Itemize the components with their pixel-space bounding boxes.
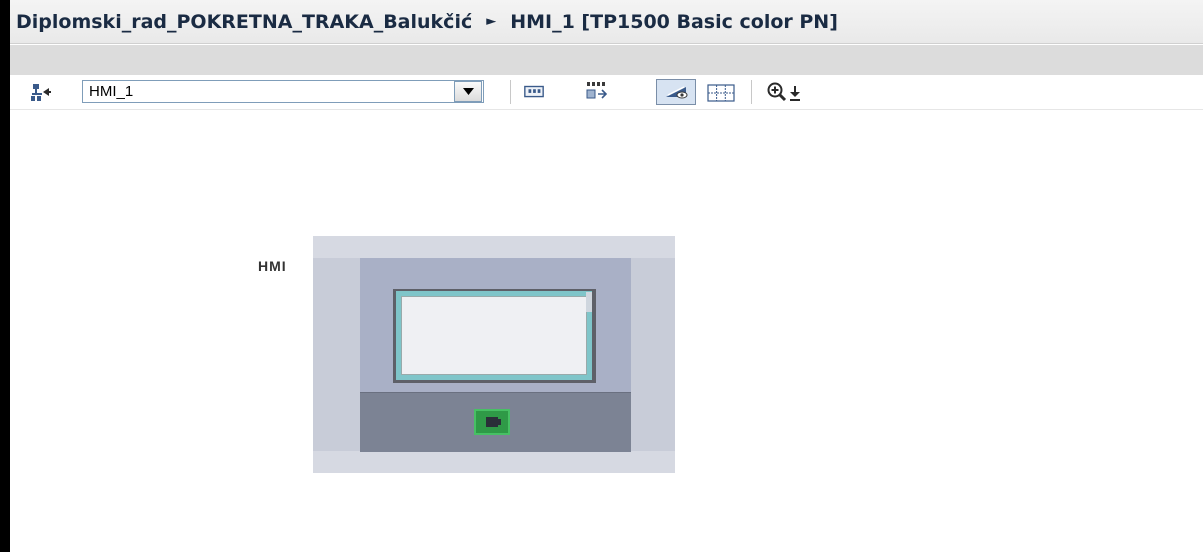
zoom-dropdown-icon[interactable] — [788, 84, 802, 102]
rack-bottom-rail — [313, 451, 675, 473]
network-view-icon[interactable] — [30, 82, 52, 104]
name-toggle-icon[interactable] — [584, 80, 610, 102]
hmi-screen-side-strip — [586, 292, 592, 312]
device-label: HMI — [258, 258, 287, 274]
display-view-icon — [666, 86, 688, 99]
grid-icon[interactable] — [706, 82, 736, 104]
port-socket-tab — [497, 419, 501, 425]
window-edge — [0, 0, 10, 552]
dropdown-arrow-icon — [463, 88, 474, 95]
zoom-in-icon[interactable] — [766, 81, 788, 103]
device-select-dropdown-button[interactable] — [454, 81, 482, 102]
header-band — [10, 45, 1203, 75]
device-title: HMI_1 [TP1500 Basic color PN] — [510, 10, 838, 33]
hmi-screen — [401, 296, 587, 375]
project-name: Diplomski_rad_POKRETNA_TRAKA_Balukčić — [16, 10, 473, 33]
toolbar-separator — [751, 80, 752, 104]
rack-top-rail — [313, 236, 675, 258]
breadcrumb-arrow-icon: ► — [486, 14, 497, 29]
interface-icon[interactable] — [523, 81, 545, 103]
display-view-button[interactable] — [656, 79, 696, 105]
toolbar-separator — [510, 80, 511, 104]
device-select[interactable]: HMI_1 — [82, 80, 484, 103]
editor-title-bar: Diplomski_rad_POKRETNA_TRAKA_Balukčić ► … — [10, 0, 1203, 44]
